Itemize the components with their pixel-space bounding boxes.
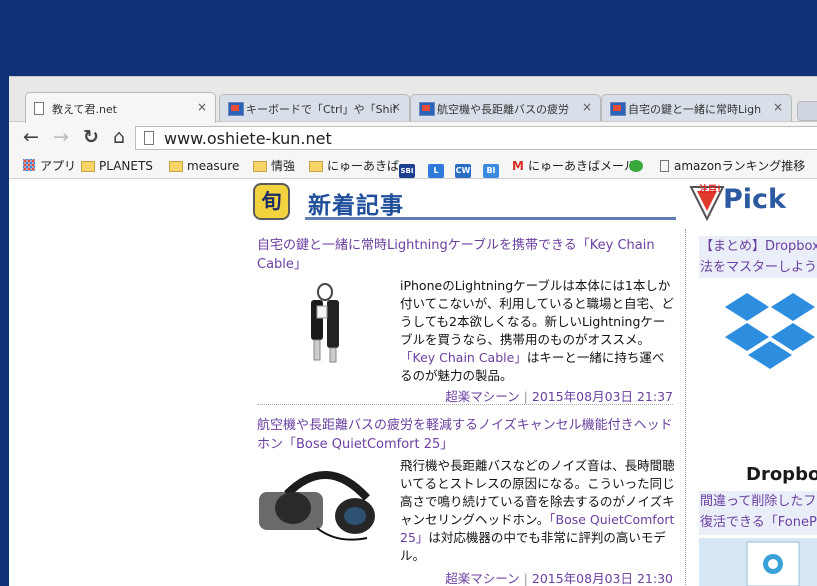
url-input[interactable]	[164, 128, 784, 148]
toolbar: ← → ↻ ⌂	[9, 121, 817, 154]
bookmark-nyuakiba[interactable]: にゅーあきば	[309, 156, 399, 176]
article-summary: iPhoneのLightningケーブルは本体には1本しか付いてこないが、利用し…	[400, 277, 675, 385]
bookmark-l[interactable]: L	[428, 156, 444, 178]
header-rule	[305, 217, 676, 220]
author-link[interactable]: 超楽マシーン	[445, 571, 519, 586]
summary-text: iPhoneのLightningケーブルは本体には1本しか付いてこないが、利用し…	[400, 278, 675, 347]
apps-grid-icon	[23, 159, 35, 171]
folder-icon	[81, 161, 95, 172]
dropbox-logo-text: Dropbox	[746, 464, 817, 485]
bookmark-sbi[interactable]: SBI	[399, 156, 415, 178]
tab-title: 航空機や長距離バスの疲労	[437, 103, 569, 116]
headphones-thumbnail[interactable]	[257, 458, 382, 546]
bookmark-measure[interactable]: measure	[169, 156, 239, 176]
article-date: 2015年08月03日 21:30	[531, 571, 673, 586]
sbi-icon: SBI	[399, 164, 415, 178]
bookmark-nyuakiba-mail[interactable]: M にゅーあきばメール	[512, 156, 636, 176]
page-icon	[660, 160, 669, 172]
bookmark-apps[interactable]: アプリ	[23, 156, 76, 176]
product-link[interactable]: 「Key Chain Cable」	[400, 350, 527, 365]
gmail-icon: M	[512, 159, 524, 173]
tab-keychain-article[interactable]: 自宅の鍵と一緒に常時Ligh ×	[601, 94, 792, 122]
reload-icon[interactable]: ↻	[79, 124, 103, 150]
article-meta: 超楽マシーン | 2015年08月03日 21:37	[445, 386, 673, 405]
tab-oshiete-kun[interactable]: 教えて君.net ×	[25, 92, 216, 123]
article-title-link[interactable]: 自宅の鍵と一緒に常時Lightningケーブルを携帯できる「Key Chain …	[257, 236, 673, 274]
tab-title: 教えて君.net	[52, 103, 117, 116]
bookmark-label: にゅーあきばメール	[527, 159, 636, 173]
forward-icon[interactable]: →	[49, 124, 73, 150]
site-favicon-icon	[610, 102, 626, 116]
bookmark-label: amazonランキング推移	[674, 159, 806, 173]
tab-close-icon[interactable]: ×	[582, 100, 592, 114]
bookmark-frog[interactable]	[629, 156, 643, 176]
pickup-item-link[interactable]: 間違って削除したフ 復活できる「FonePa	[700, 491, 817, 533]
tab-close-icon[interactable]: ×	[391, 100, 401, 114]
tab-close-icon[interactable]: ×	[773, 100, 783, 114]
column-divider	[685, 229, 686, 586]
pickup-title-line: 復活できる「FonePa	[700, 515, 817, 530]
tab-strip: 教えて君.net × キーボードで「Ctrl」や「Shift」 × 航空機や長距…	[9, 76, 817, 123]
tab-headphone-article[interactable]: 航空機や長距離バスの疲労 ×	[410, 94, 601, 122]
folder-icon	[169, 161, 183, 172]
article-item: 航空機や長距離バスの疲労を軽減するノイズキャンセル機能付きヘッドホン「Bose …	[257, 416, 675, 586]
frog-icon	[629, 160, 643, 172]
bookmark-label: measure	[187, 159, 240, 173]
attention-badge: 注目!	[687, 179, 727, 222]
page-icon	[144, 131, 154, 145]
meta-separator: |	[523, 571, 528, 586]
pickup-header: 注目! Pick	[687, 179, 817, 222]
article-summary: 飛行機や長距離バスなどのノイズ音は、長時間聴いてるとストレスの原因になる。こうい…	[400, 457, 675, 565]
new-tab-button[interactable]	[797, 101, 817, 121]
tab-keyboard-article[interactable]: キーボードで「Ctrl」や「Shift」 ×	[219, 94, 410, 122]
bookmarks-bar: アプリ PLANETS measure 情強 にゅーあきば SBI L CW B…	[9, 153, 817, 179]
page-content: 旬 新着記事 自宅の鍵と一緒に常時Lightningケーブルを携帯できる「Key…	[9, 179, 817, 586]
bookmark-amazon-ranking[interactable]: amazonランキング推移	[660, 156, 805, 176]
back-icon[interactable]: ←	[19, 124, 43, 150]
attention-label: 注目!	[699, 185, 722, 195]
shun-badge: 旬	[253, 183, 290, 220]
bookmark-cw[interactable]: CW	[455, 156, 471, 178]
cw-icon: CW	[455, 164, 471, 178]
bookmark-planets[interactable]: PLANETS	[81, 156, 153, 176]
folder-icon	[253, 161, 267, 172]
meta-separator: |	[523, 389, 528, 404]
article-title-link[interactable]: 航空機や長距離バスの疲労を軽減するノイズキャンセル機能付きヘッドホン「Bose …	[257, 416, 673, 454]
article-item: 自宅の鍵と一緒に常時Lightningケーブルを携帯できる「Key Chain …	[257, 236, 675, 405]
keychain-cable-thumbnail[interactable]	[295, 278, 355, 376]
bookmark-label: PLANETS	[99, 159, 153, 173]
folder-icon	[309, 161, 323, 172]
l-icon: L	[428, 164, 444, 178]
bookmark-label: アプリ	[40, 159, 77, 173]
new-articles-header: 旬 新着記事	[250, 179, 676, 221]
bookmark-label: 情強	[271, 159, 296, 173]
pickup-item-link[interactable]: 【まとめ】Dropboxで 法をマスターしよう	[700, 236, 817, 278]
address-bar[interactable]	[135, 126, 817, 150]
fonepaw-thumbnail[interactable]	[699, 538, 817, 586]
article-date: 2015年08月03日 21:37	[531, 389, 673, 404]
bi-icon: BI	[483, 164, 499, 178]
tab-title: キーボードで「Ctrl」や「Shift」	[246, 103, 396, 116]
bookmark-bi[interactable]: BI	[483, 156, 499, 178]
pickup-title-line: 間違って削除したフ	[700, 494, 817, 509]
home-icon[interactable]: ⌂	[107, 124, 131, 150]
bookmark-label: にゅーあきば	[327, 159, 400, 173]
pickup-title-line: 【まとめ】Dropboxで	[700, 239, 817, 254]
article-meta: 超楽マシーン | 2015年08月03日 21:30	[445, 568, 673, 586]
dropbox-logo-thumbnail[interactable]	[723, 283, 817, 393]
site-favicon-icon	[228, 102, 244, 116]
pickup-title-line: 法をマスターしよう	[700, 260, 817, 275]
page-icon	[34, 102, 44, 115]
browser-window: 教えて君.net × キーボードで「Ctrl」や「Shift」 × 航空機や長距…	[9, 76, 817, 586]
tab-close-icon[interactable]: ×	[197, 100, 207, 114]
author-link[interactable]: 超楽マシーン	[445, 389, 519, 404]
article-divider	[257, 404, 673, 405]
site-favicon-icon	[419, 102, 435, 116]
tab-title: 自宅の鍵と一緒に常時Ligh	[628, 103, 762, 116]
pickup-title: Pick	[723, 184, 787, 215]
bookmark-jokyo[interactable]: 情強	[253, 156, 295, 176]
summary-text: は対応機器の中でも非常に評判の高いモデル。	[400, 530, 666, 563]
new-articles-title: 新着記事	[308, 193, 404, 219]
